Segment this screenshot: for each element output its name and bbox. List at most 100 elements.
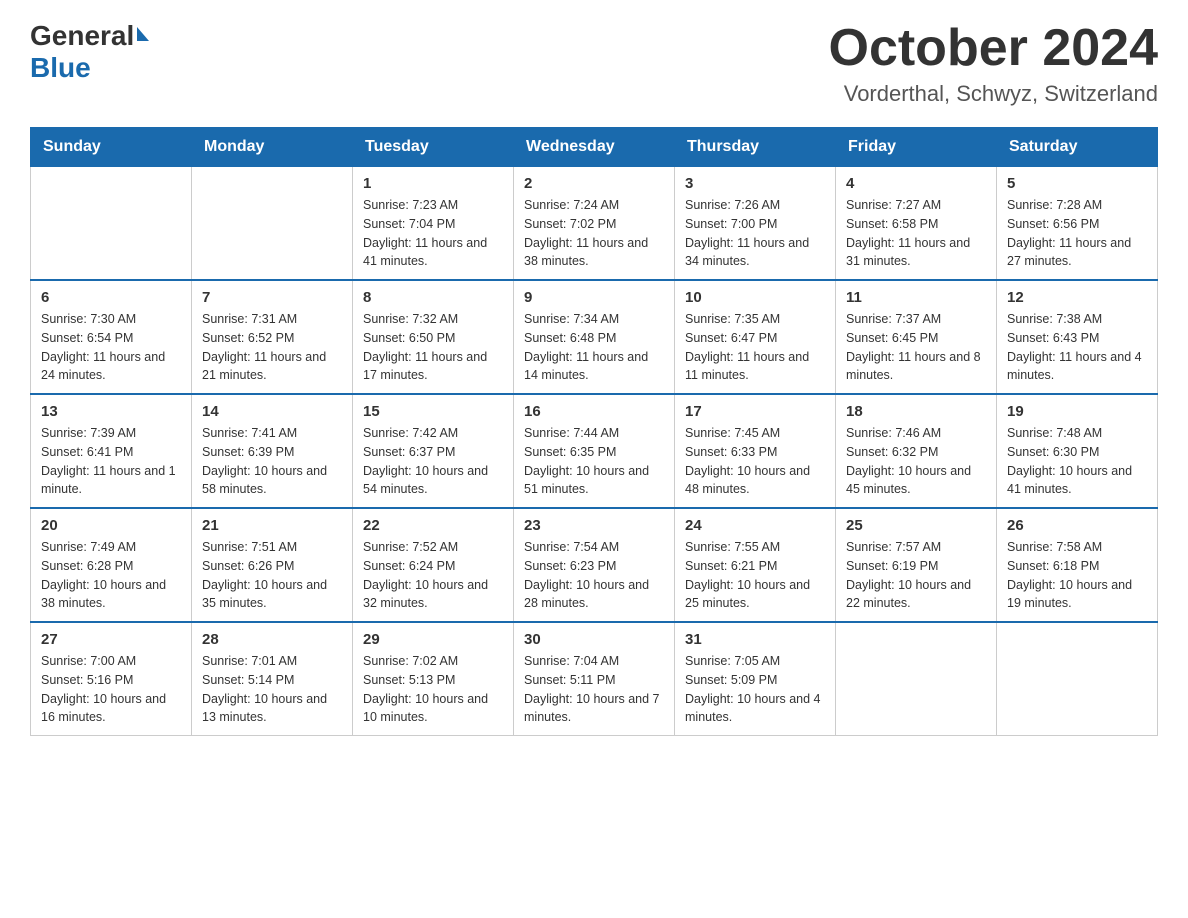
calendar-cell: 14 Sunrise: 7:41 AMSunset: 6:39 PMDayligh…	[192, 394, 353, 508]
calendar-cell: 8 Sunrise: 7:32 AMSunset: 6:50 PMDaylight…	[353, 280, 514, 394]
day-info: Sunrise: 7:35 AMSunset: 6:47 PMDaylight:…	[685, 310, 825, 385]
day-info: Sunrise: 7:46 AMSunset: 6:32 PMDaylight:…	[846, 424, 986, 499]
day-info: Sunrise: 7:55 AMSunset: 6:21 PMDaylight:…	[685, 538, 825, 613]
day-info: Sunrise: 7:42 AMSunset: 6:37 PMDaylight:…	[363, 424, 503, 499]
logo-arrow-icon	[137, 27, 149, 41]
day-number: 18	[846, 403, 986, 420]
calendar-cell: 5 Sunrise: 7:28 AMSunset: 6:56 PMDaylight…	[997, 167, 1158, 281]
calendar-cell: 10 Sunrise: 7:35 AMSunset: 6:47 PMDayligh…	[675, 280, 836, 394]
calendar-cell: 2 Sunrise: 7:24 AMSunset: 7:02 PMDaylight…	[514, 167, 675, 281]
day-info: Sunrise: 7:58 AMSunset: 6:18 PMDaylight:…	[1007, 538, 1147, 613]
day-info: Sunrise: 7:02 AMSunset: 5:13 PMDaylight:…	[363, 652, 503, 727]
day-info: Sunrise: 7:26 AMSunset: 7:00 PMDaylight:…	[685, 196, 825, 271]
calendar-body: 1 Sunrise: 7:23 AMSunset: 7:04 PMDaylight…	[31, 167, 1158, 736]
day-info: Sunrise: 7:45 AMSunset: 6:33 PMDaylight:…	[685, 424, 825, 499]
logo-general-text: General	[30, 20, 134, 52]
calendar-cell: 31Sunrise: 7:05 AMSunset: 5:09 PMDayligh…	[675, 622, 836, 736]
day-info: Sunrise: 7:23 AMSunset: 7:04 PMDaylight:…	[363, 196, 503, 271]
calendar-week-2: 6 Sunrise: 7:30 AMSunset: 6:54 PMDaylight…	[31, 280, 1158, 394]
day-number: 14	[202, 403, 342, 420]
day-number: 13	[41, 403, 181, 420]
day-info: Sunrise: 7:31 AMSunset: 6:52 PMDaylight:…	[202, 310, 342, 385]
day-number: 8	[363, 289, 503, 306]
calendar-cell	[192, 167, 353, 281]
title-area: October 2024 Vorderthal, Schwyz, Switzer…	[829, 20, 1159, 107]
day-number: 27	[41, 631, 181, 648]
weekday-header-monday: Monday	[192, 128, 353, 167]
day-info: Sunrise: 7:57 AMSunset: 6:19 PMDaylight:…	[846, 538, 986, 613]
calendar-cell: 29 Sunrise: 7:02 AMSunset: 5:13 PMDayligh…	[353, 622, 514, 736]
weekday-header-saturday: Saturday	[997, 128, 1158, 167]
calendar-week-1: 1 Sunrise: 7:23 AMSunset: 7:04 PMDaylight…	[31, 167, 1158, 281]
calendar-cell: 13 Sunrise: 7:39 AMSunset: 6:41 PMDayligh…	[31, 394, 192, 508]
day-info: Sunrise: 7:30 AMSunset: 6:54 PMDaylight:…	[41, 310, 181, 385]
calendar-cell: 30Sunrise: 7:04 AMSunset: 5:11 PMDayligh…	[514, 622, 675, 736]
calendar-cell: 3 Sunrise: 7:26 AMSunset: 7:00 PMDaylight…	[675, 167, 836, 281]
calendar-cell: 1 Sunrise: 7:23 AMSunset: 7:04 PMDaylight…	[353, 167, 514, 281]
calendar-table: SundayMondayTuesdayWednesdayThursdayFrid…	[30, 127, 1158, 736]
day-number: 25	[846, 517, 986, 534]
day-info: Sunrise: 7:01 AMSunset: 5:14 PMDaylight:…	[202, 652, 342, 727]
calendar-cell: 26 Sunrise: 7:58 AMSunset: 6:18 PMDayligh…	[997, 508, 1158, 622]
day-info: Sunrise: 7:38 AMSunset: 6:43 PMDaylight:…	[1007, 310, 1147, 385]
location-title: Vorderthal, Schwyz, Switzerland	[829, 81, 1159, 107]
weekday-header-tuesday: Tuesday	[353, 128, 514, 167]
day-info: Sunrise: 7:28 AMSunset: 6:56 PMDaylight:…	[1007, 196, 1147, 271]
day-number: 15	[363, 403, 503, 420]
day-number: 20	[41, 517, 181, 534]
day-number: 5	[1007, 175, 1147, 192]
calendar-cell: 21Sunrise: 7:51 AMSunset: 6:26 PMDayligh…	[192, 508, 353, 622]
day-info: Sunrise: 7:00 AMSunset: 5:16 PMDaylight:…	[41, 652, 181, 727]
day-number: 1	[363, 175, 503, 192]
day-number: 9	[524, 289, 664, 306]
day-info: Sunrise: 7:49 AMSunset: 6:28 PMDaylight:…	[41, 538, 181, 613]
calendar-week-4: 20 Sunrise: 7:49 AMSunset: 6:28 PMDayligh…	[31, 508, 1158, 622]
day-number: 12	[1007, 289, 1147, 306]
logo-blue-text: Blue	[30, 52, 91, 83]
day-number: 4	[846, 175, 986, 192]
calendar-cell: 20 Sunrise: 7:49 AMSunset: 6:28 PMDayligh…	[31, 508, 192, 622]
calendar-cell: 6 Sunrise: 7:30 AMSunset: 6:54 PMDaylight…	[31, 280, 192, 394]
day-number: 22	[363, 517, 503, 534]
day-number: 19	[1007, 403, 1147, 420]
calendar-cell	[997, 622, 1158, 736]
logo: General Blue	[30, 20, 149, 84]
calendar-cell: 9Sunrise: 7:34 AMSunset: 6:48 PMDaylight…	[514, 280, 675, 394]
day-number: 17	[685, 403, 825, 420]
weekday-header-sunday: Sunday	[31, 128, 192, 167]
day-info: Sunrise: 7:24 AMSunset: 7:02 PMDaylight:…	[524, 196, 664, 271]
calendar-cell: 11Sunrise: 7:37 AMSunset: 6:45 PMDayligh…	[836, 280, 997, 394]
calendar-cell: 18 Sunrise: 7:46 AMSunset: 6:32 PMDayligh…	[836, 394, 997, 508]
day-number: 29	[363, 631, 503, 648]
day-info: Sunrise: 7:39 AMSunset: 6:41 PMDaylight:…	[41, 424, 181, 499]
calendar-week-3: 13 Sunrise: 7:39 AMSunset: 6:41 PMDayligh…	[31, 394, 1158, 508]
day-number: 3	[685, 175, 825, 192]
day-info: Sunrise: 7:54 AMSunset: 6:23 PMDaylight:…	[524, 538, 664, 613]
weekday-header-thursday: Thursday	[675, 128, 836, 167]
calendar-cell: 23 Sunrise: 7:54 AMSunset: 6:23 PMDayligh…	[514, 508, 675, 622]
calendar-cell: 24 Sunrise: 7:55 AMSunset: 6:21 PMDayligh…	[675, 508, 836, 622]
page-header: General Blue October 2024 Vorderthal, Sc…	[30, 20, 1158, 107]
day-number: 28	[202, 631, 342, 648]
day-number: 6	[41, 289, 181, 306]
calendar-cell: 16Sunrise: 7:44 AMSunset: 6:35 PMDayligh…	[514, 394, 675, 508]
day-number: 2	[524, 175, 664, 192]
day-number: 10	[685, 289, 825, 306]
day-number: 26	[1007, 517, 1147, 534]
day-number: 24	[685, 517, 825, 534]
calendar-header: SundayMondayTuesdayWednesdayThursdayFrid…	[31, 128, 1158, 167]
logo-general-row: General	[30, 20, 149, 52]
day-info: Sunrise: 7:27 AMSunset: 6:58 PMDaylight:…	[846, 196, 986, 271]
day-number: 23	[524, 517, 664, 534]
month-title: October 2024	[829, 20, 1159, 77]
day-info: Sunrise: 7:51 AMSunset: 6:26 PMDaylight:…	[202, 538, 342, 613]
day-number: 30	[524, 631, 664, 648]
day-info: Sunrise: 7:52 AMSunset: 6:24 PMDaylight:…	[363, 538, 503, 613]
calendar-week-5: 27 Sunrise: 7:00 AMSunset: 5:16 PMDayligh…	[31, 622, 1158, 736]
day-info: Sunrise: 7:32 AMSunset: 6:50 PMDaylight:…	[363, 310, 503, 385]
day-info: Sunrise: 7:44 AMSunset: 6:35 PMDaylight:…	[524, 424, 664, 499]
calendar-cell	[836, 622, 997, 736]
calendar-cell: 4 Sunrise: 7:27 AMSunset: 6:58 PMDaylight…	[836, 167, 997, 281]
day-info: Sunrise: 7:41 AMSunset: 6:39 PMDaylight:…	[202, 424, 342, 499]
day-number: 31	[685, 631, 825, 648]
